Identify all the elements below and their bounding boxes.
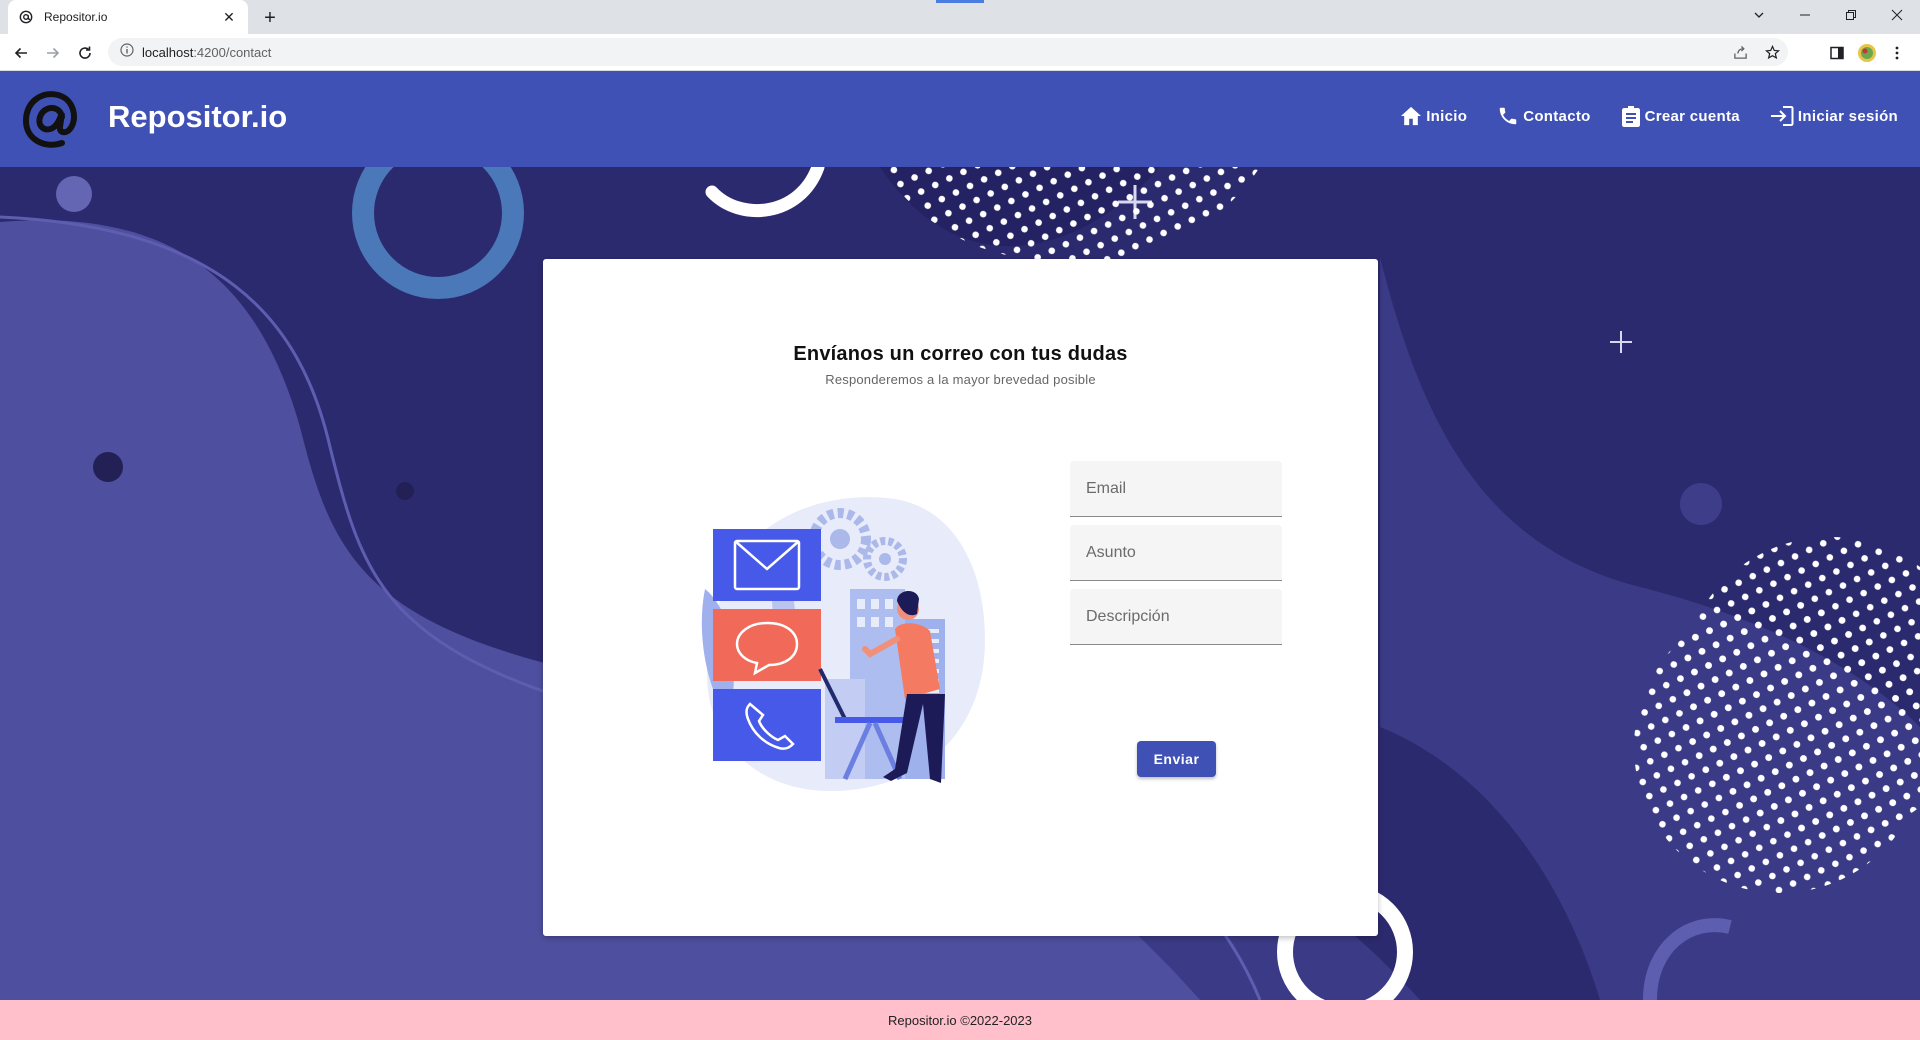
nav-label: Crear cuenta: [1644, 107, 1740, 125]
description-input[interactable]: [1070, 589, 1282, 644]
browser-toolbar: localhost:4200/contact: [0, 34, 1920, 71]
url-text: localhost:4200/contact: [142, 45, 271, 60]
nav-label: Contacto: [1523, 107, 1591, 125]
home-icon: [1401, 106, 1422, 126]
close-tab-icon[interactable]: ✕: [220, 8, 238, 26]
subject-field[interactable]: [1070, 525, 1282, 581]
tab-search-chevron-icon[interactable]: [1736, 0, 1782, 30]
tab-title: Repositor.io: [44, 10, 108, 24]
at-sign-favicon-icon: [18, 9, 34, 25]
clipboard-icon: [1621, 106, 1640, 127]
top-navigation: Inicio Contacto Crear cuenta Iniciar ses…: [1370, 104, 1898, 128]
close-window-icon[interactable]: [1874, 0, 1920, 30]
address-bar[interactable]: localhost:4200/contact: [108, 38, 1788, 66]
browser-menu-icon[interactable]: [1882, 40, 1912, 66]
nav-link-iniciar-sesion[interactable]: Iniciar sesión: [1770, 105, 1898, 127]
restore-icon[interactable]: [1828, 0, 1874, 30]
window-controls: [1736, 0, 1920, 30]
login-icon: [1770, 106, 1794, 126]
nav-link-crear-cuenta[interactable]: Crear cuenta: [1621, 104, 1740, 128]
page-footer: Repositor.io ©2022-2023: [0, 1000, 1920, 1040]
nav-link-inicio[interactable]: Inicio: [1400, 106, 1467, 126]
url-host: localhost: [142, 44, 194, 60]
nav-link-contacto[interactable]: Contacto: [1497, 105, 1590, 127]
subject-input[interactable]: [1070, 525, 1282, 580]
email-field[interactable]: [1070, 461, 1282, 517]
contact-title: Envíanos un correo con tus dudas: [793, 343, 1128, 365]
site-info-icon[interactable]: [120, 42, 134, 62]
profile-avatar-icon[interactable]: [1852, 40, 1882, 66]
send-button[interactable]: Enviar: [1137, 741, 1216, 777]
share-icon[interactable]: [1724, 38, 1756, 66]
minimize-icon[interactable]: [1782, 0, 1828, 30]
reload-icon[interactable]: [72, 40, 98, 66]
phone-icon: [1499, 107, 1517, 125]
footer-copyright: Repositor.io ©2022-2023: [887, 1012, 1032, 1028]
at-sign-logo-icon[interactable]: [18, 87, 84, 153]
forward-arrow-icon[interactable]: [40, 40, 66, 66]
url-path: :4200/contact: [193, 44, 272, 60]
browser-tab[interactable]: Repositor.io ✕: [8, 0, 248, 34]
contact-card: Envíanos un correo con tus dudas Respond…: [543, 259, 1378, 936]
contact-illustration: [701, 497, 985, 792]
new-tab-button[interactable]: +: [258, 6, 282, 30]
contact-subtitle: Responderemos a la mayor brevedad posibl…: [825, 372, 1096, 387]
nav-label: Inicio: [1426, 107, 1468, 125]
app-header: Repositor.io Inicio Contacto Crear cuent…: [0, 71, 1920, 167]
email-input[interactable]: [1070, 461, 1282, 516]
tab-search-indicator: [936, 0, 984, 3]
bookmark-star-icon[interactable]: [1756, 38, 1788, 66]
browser-tabstrip: Repositor.io ✕ +: [0, 0, 1920, 34]
description-field[interactable]: [1070, 589, 1282, 645]
brand-title[interactable]: Repositor.io: [108, 99, 287, 135]
side-panel-icon[interactable]: [1822, 40, 1852, 66]
back-arrow-icon[interactable]: [8, 40, 34, 66]
nav-label: Iniciar sesión: [1797, 107, 1898, 125]
